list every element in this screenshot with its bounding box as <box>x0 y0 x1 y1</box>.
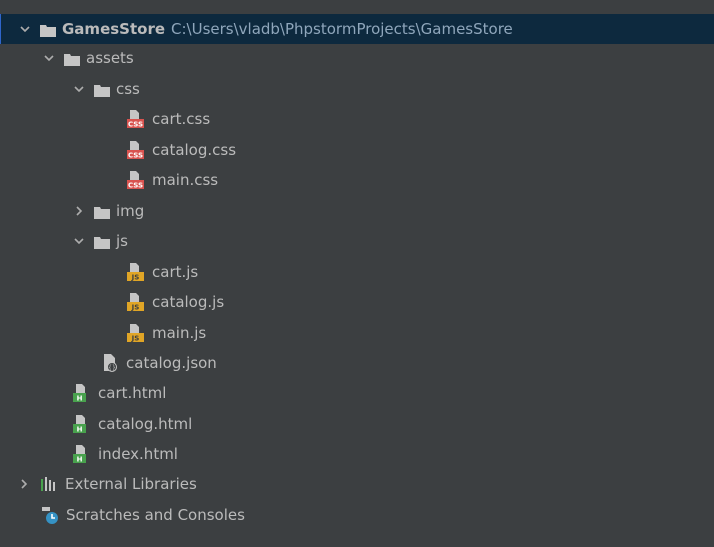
tree-row-root[interactable]: GamesStore C:\Users\vladb\PhpstormProjec… <box>0 14 714 44</box>
tree-item-label: catalog.html <box>98 415 193 433</box>
tree-row-file[interactable]: JS cart.js <box>0 257 714 287</box>
tree-row-file[interactable]: H index.html <box>0 439 714 469</box>
svg-text:H: H <box>77 456 83 464</box>
tree-item-label: cart.html <box>98 384 167 402</box>
tree-row-file[interactable]: {} catalog.json <box>0 348 714 378</box>
svg-text:CSS: CSS <box>128 152 143 160</box>
tree-row-folder[interactable]: js <box>0 226 714 256</box>
svg-text:JS: JS <box>131 274 140 282</box>
tree-row-file[interactable]: JS main.js <box>0 318 714 348</box>
chevron-down-icon[interactable] <box>72 234 86 248</box>
folder-icon <box>94 235 110 249</box>
tree-row-file[interactable]: H catalog.html <box>0 409 714 439</box>
root-folder-path: C:\Users\vladb\PhpstormProjects\GamesSto… <box>171 20 513 38</box>
tree-row-folder[interactable]: css <box>0 74 714 104</box>
tree-item-label: js <box>116 232 128 250</box>
tree-row-folder[interactable]: assets <box>0 43 714 73</box>
css-file-icon: CSS <box>126 170 146 190</box>
root-folder-name: GamesStore <box>62 20 166 38</box>
tree-row-file[interactable]: JS catalog.js <box>0 287 714 317</box>
html-file-icon: H <box>72 444 92 464</box>
chevron-right-icon[interactable] <box>17 477 31 491</box>
folder-icon <box>94 83 110 97</box>
tree-row-file[interactable]: CSS cart.css <box>0 104 714 134</box>
svg-text:H: H <box>77 395 83 403</box>
js-file-icon: JS <box>126 292 146 312</box>
scratches-icon <box>40 505 60 525</box>
tree-row-libraries[interactable]: External Libraries <box>0 469 714 499</box>
folder-icon <box>40 23 56 37</box>
tree-item-label: catalog.json <box>126 354 217 372</box>
tree-row-folder[interactable]: img <box>0 196 714 226</box>
tree-item-label: index.html <box>98 445 178 463</box>
json-file-icon: {} <box>100 353 120 373</box>
tree-item-label: cart.css <box>152 110 211 128</box>
folder-icon <box>94 205 110 219</box>
tree-row-file[interactable]: CSS catalog.css <box>0 135 714 165</box>
chevron-right-icon[interactable] <box>72 204 86 218</box>
tree-item-label: External Libraries <box>65 475 197 493</box>
tree-item-label: main.css <box>152 171 219 189</box>
tree-item-label: cart.js <box>152 263 199 281</box>
svg-text:H: H <box>77 426 83 434</box>
css-file-icon: CSS <box>126 140 146 160</box>
js-file-icon: JS <box>126 323 146 343</box>
library-icon <box>39 474 59 494</box>
css-file-icon: CSS <box>126 109 146 129</box>
tree-row-scratches[interactable]: Scratches and Consoles <box>0 500 714 530</box>
js-file-icon: JS <box>126 262 146 282</box>
top-strip <box>0 0 714 10</box>
svg-text:{}: {} <box>108 365 116 372</box>
chevron-down-icon[interactable] <box>18 22 32 36</box>
tree-row-file[interactable]: CSS main.css <box>0 165 714 195</box>
svg-text:CSS: CSS <box>128 121 143 129</box>
svg-text:CSS: CSS <box>128 182 143 190</box>
chevron-down-icon[interactable] <box>42 51 56 65</box>
project-tool-window: GamesStore C:\Users\vladb\PhpstormProjec… <box>0 0 714 547</box>
html-file-icon: H <box>72 383 92 403</box>
tree-item-label: img <box>116 202 145 220</box>
tree-item-label: assets <box>86 49 134 67</box>
tree-item-label: main.js <box>152 324 207 342</box>
tree-item-label: css <box>116 80 140 98</box>
tree-row-file[interactable]: H cart.html <box>0 378 714 408</box>
svg-text:JS: JS <box>131 304 140 312</box>
tree-item-label: Scratches and Consoles <box>66 506 245 524</box>
svg-text:JS: JS <box>131 335 140 343</box>
chevron-down-icon[interactable] <box>72 82 86 96</box>
tree-item-label: catalog.css <box>152 141 237 159</box>
html-file-icon: H <box>72 414 92 434</box>
folder-icon <box>64 52 80 66</box>
tree-item-label: catalog.js <box>152 293 225 311</box>
